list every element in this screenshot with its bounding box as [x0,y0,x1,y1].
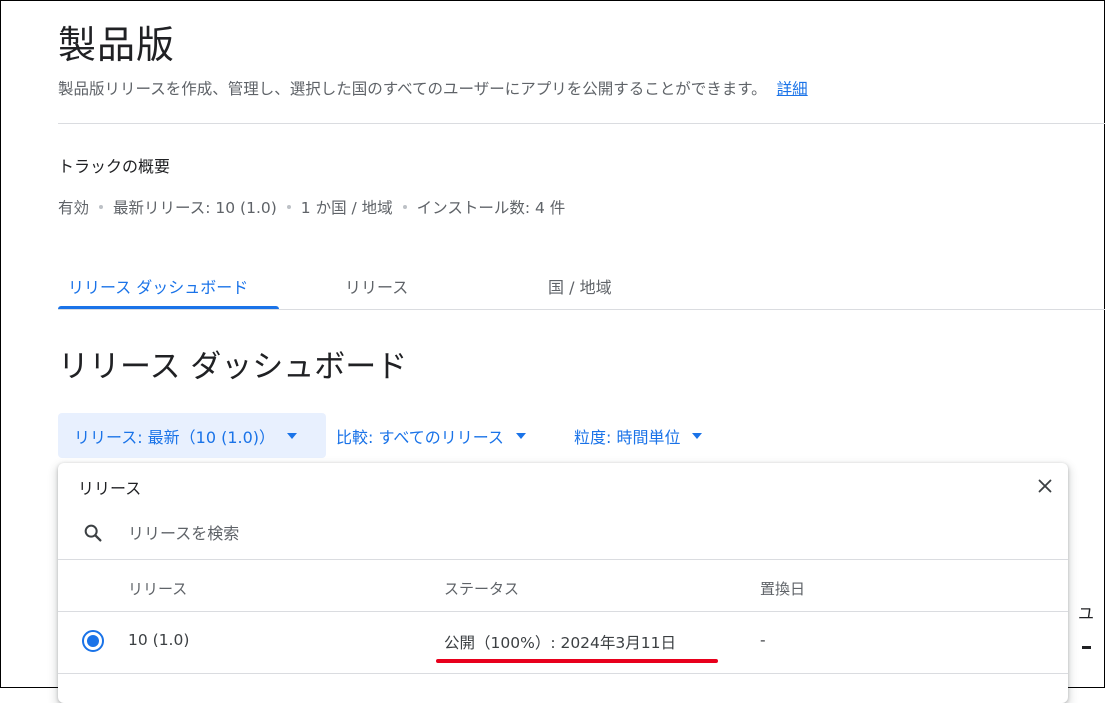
release-radio-selected[interactable] [82,630,104,652]
tabs-divider [58,309,1105,310]
compare-filter-dropdown[interactable]: 比較: すべてのリリース [336,413,526,458]
column-header-release[interactable]: リリース [128,578,187,599]
separator-dot [402,205,407,209]
learn-more-link[interactable]: 詳細 [777,80,808,98]
overview-latest-release: 最新リリース: 10 (1.0) [113,199,277,217]
cell-release: 10 (1.0) [128,631,190,649]
separator-dot [99,205,104,209]
release-search-input[interactable] [128,518,728,548]
annotation-underline [436,659,718,663]
panel-divider [58,559,1068,560]
section-title: リリース ダッシュボード [58,349,408,385]
compare-filter-label: 比較: すべてのリリース [336,427,504,447]
tab-countries[interactable]: 国 / 地域 [548,274,612,298]
track-overview-summary: 有効 最新リリース: 10 (1.0) 1 か国 / 地域 インストール数: 4… [58,196,565,218]
row-divider [58,673,1068,674]
dropdown-arrow-icon [692,432,703,439]
granularity-filter-label: 粒度: 時間単位 [574,427,681,447]
close-icon[interactable] [1034,475,1056,497]
overview-status: 有効 [58,199,90,217]
partially-hidden-dash [1082,646,1091,649]
dropdown-arrow-icon [515,432,526,439]
separator-dot [286,205,291,209]
release-filter-dropdown[interactable]: リリース: 最新（10 (1.0)） [58,413,326,458]
page-description: 製品版リリースを作成、管理し、選択した国のすべてのユーザーにアプリを公開すること… [58,77,808,99]
overview-countries: 1 か国 / 地域 [300,199,393,217]
column-header-status[interactable]: ステータス [444,578,519,599]
partially-hidden-label: ユ [1078,604,1095,623]
column-header-replaced-date[interactable]: 置換日 [760,578,805,599]
header-row-divider [58,611,1068,612]
granularity-filter-dropdown[interactable]: 粒度: 時間単位 [574,413,703,458]
cell-status: 公開（100%）: 2024年3月11日 [444,634,676,652]
track-overview-title: トラックの概要 [58,157,171,176]
tab-release-dashboard[interactable]: リリース ダッシュボード [68,274,248,298]
dropdown-arrow-icon [287,432,298,439]
overview-installs: インストール数: 4 件 [416,199,566,217]
page-description-text: 製品版リリースを作成、管理し、選択した国のすべてのユーザーにアプリを公開すること… [58,80,767,98]
release-selector-panel: リリース リリース ステータス 置換日 10 (1.0) 公開（100%）: 2… [58,463,1068,703]
release-filter-label: リリース: 最新（10 (1.0)） [74,427,276,447]
search-icon [84,524,102,542]
cell-replaced-date: - [760,631,766,649]
page-title: 製品版 [58,23,176,67]
panel-title: リリース [78,479,142,498]
header-divider [58,123,1105,124]
tab-releases[interactable]: リリース [345,274,408,298]
